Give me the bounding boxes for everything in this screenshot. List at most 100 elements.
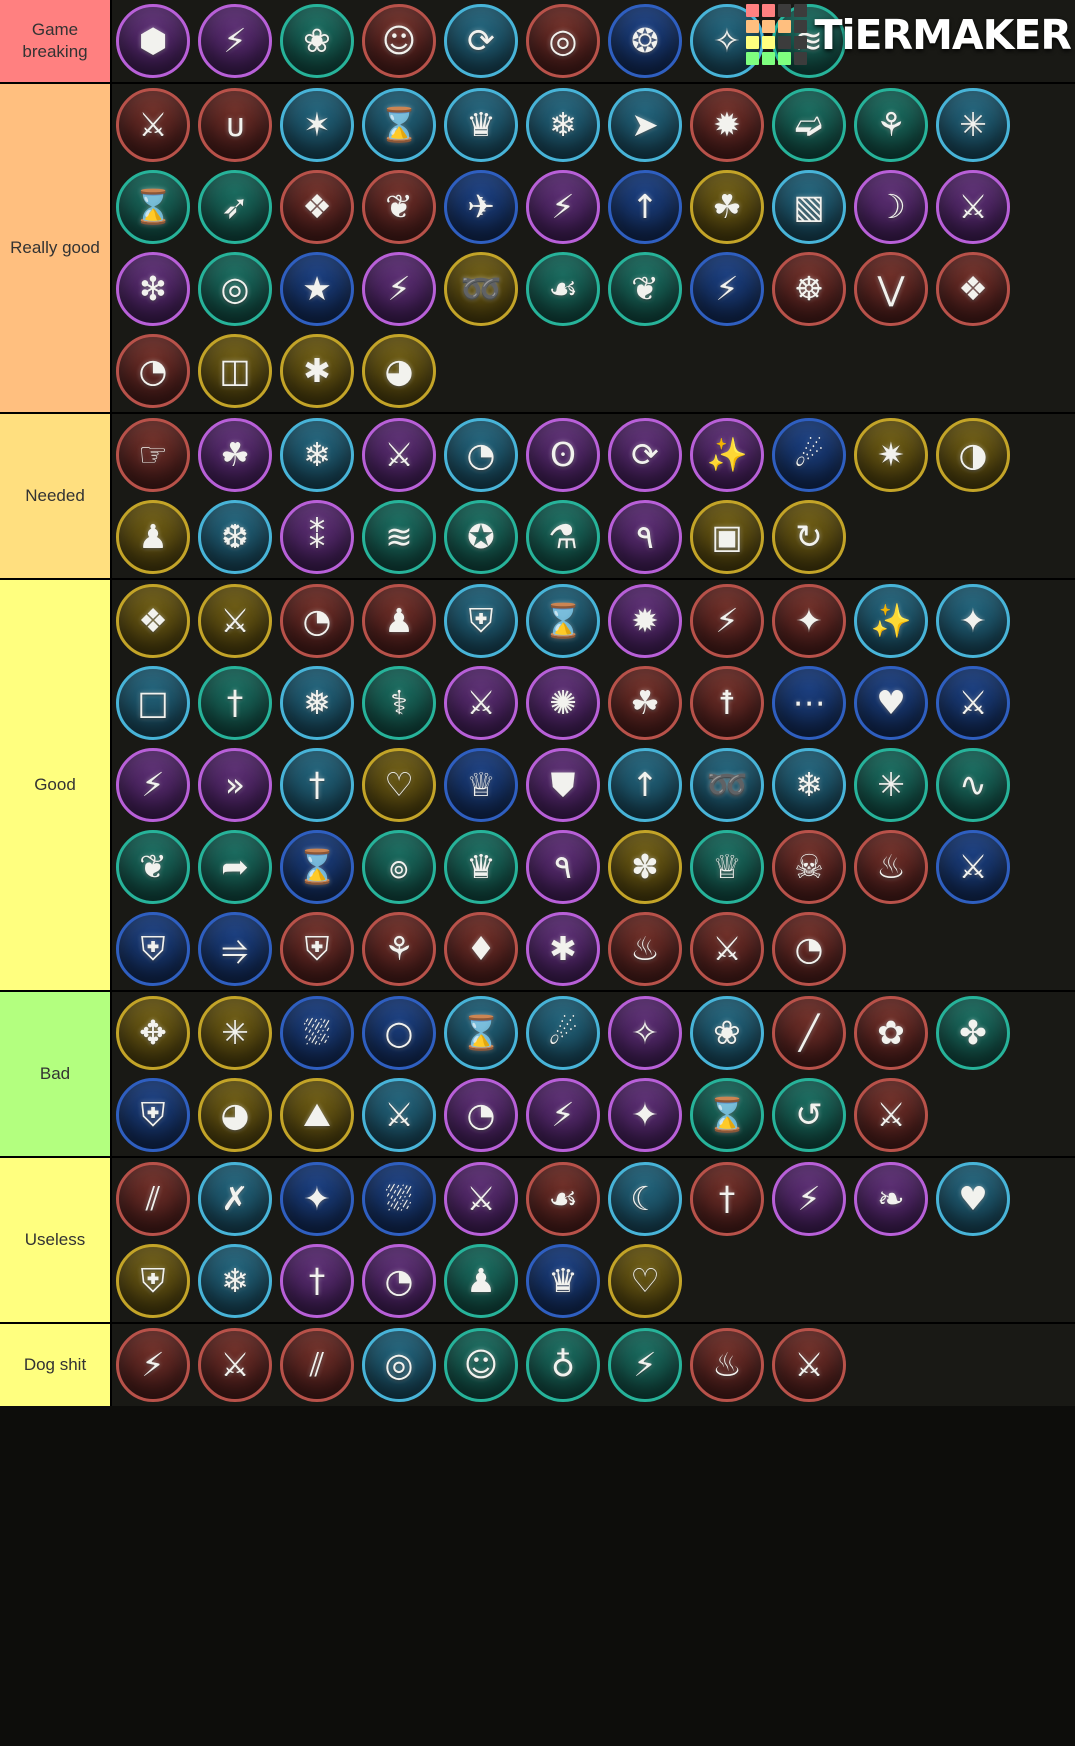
- tier-item-orb-clock[interactable]: ◔: [768, 908, 850, 990]
- tier-item-gem-orb[interactable]: ⬢: [112, 0, 194, 82]
- tier-item-flame-sword[interactable]: ⚔: [112, 84, 194, 166]
- tier-item-compass-flower[interactable]: ✥: [112, 992, 194, 1074]
- tier-item-sword-diagonal[interactable]: ⚔: [686, 908, 768, 990]
- tier-item-spider-dark[interactable]: ✱: [276, 330, 358, 412]
- tier-items-container[interactable]: ✥ ✳ ⛆ ○ ⌛ ☄ ✧ ❀ ╱ ✿ ✤ ⛨ ◕ ⛰ ⚔ ◔ ⚡ ✦ ⌛ ↺ ⚔: [112, 992, 1075, 1156]
- tier-item-heart-shield[interactable]: ♥: [850, 662, 932, 744]
- tier-item-heart-shield-blue[interactable]: ♥: [932, 1158, 1014, 1240]
- tier-items-container[interactable]: ⚡ ⚔ ⫽ ◎ ☺ ♁ ⚡ ♨ ⚔: [112, 1324, 1075, 1406]
- tier-item-sword-ring[interactable]: ☨: [686, 662, 768, 744]
- tier-item-bolt-small[interactable]: ⚡: [604, 1324, 686, 1406]
- tier-item-hand-chevron[interactable]: ☞: [112, 414, 194, 496]
- tier-item-star-arrow-loop[interactable]: ↺: [768, 1074, 850, 1156]
- tier-label-dog-shit[interactable]: Dog shit: [0, 1324, 112, 1406]
- tier-item-star-ring[interactable]: ✪: [440, 496, 522, 578]
- tier-item-winged-sword[interactable]: †: [686, 1158, 768, 1240]
- tier-item-eye-clock[interactable]: ◎: [522, 0, 604, 82]
- tier-item-orbit-sparkle[interactable]: ❀: [276, 0, 358, 82]
- tier-item-swirl-clock[interactable]: ◔: [440, 414, 522, 496]
- tier-item-sword-chevron-red[interactable]: ⚔: [768, 1324, 850, 1406]
- tier-item-boulder-burst[interactable]: ✹: [686, 84, 768, 166]
- tier-item-water-drops[interactable]: ⛆: [276, 992, 358, 1074]
- tier-items-container[interactable]: ❖ ⚔ ◔ ♟ ⛨ ⌛ ✹ ⚡ ✦ ✨ ✦ □ † ❅ ⚕ ⚔ ✺ ☘ ☨ ⋯ ♥ ⚔ ⚡ » † ♡ ♕ ⛊ ↑ ➿ ❄ ✳ ∿ ❦ ➦ ⌛ ๏ ♛ ٩ ✽…: [112, 580, 1075, 990]
- tier-item-ice-spikes[interactable]: ❇: [112, 248, 194, 330]
- tier-item-hourglass-teal[interactable]: ⌛: [686, 1074, 768, 1156]
- tier-item-spiral-galaxy[interactable]: ๏: [358, 826, 440, 908]
- tier-item-crest-shield[interactable]: ✤: [932, 992, 1014, 1074]
- tier-item-burst-ring[interactable]: ✹: [604, 580, 686, 662]
- tier-item-bolt-sparkle[interactable]: ⚡: [112, 744, 194, 826]
- tier-item-star-arrows[interactable]: ✳: [850, 744, 932, 826]
- tier-item-flame-sword-red[interactable]: ⚔: [194, 1324, 276, 1406]
- tier-item-lightning-claw[interactable]: ⚡: [112, 1324, 194, 1406]
- tier-item-snail-shell[interactable]: ❦: [112, 826, 194, 908]
- tier-label-bad[interactable]: Bad: [0, 992, 112, 1156]
- tier-item-double-chevron-shield[interactable]: »: [194, 744, 276, 826]
- tier-item-claw-slash[interactable]: ╱: [768, 992, 850, 1074]
- tier-item-horned-eye[interactable]: ʘ: [522, 414, 604, 496]
- tier-item-wing-bolt[interactable]: ✧: [604, 992, 686, 1074]
- tier-item-hourglass-blue[interactable]: ⌛: [522, 580, 604, 662]
- tier-item-shield-orb[interactable]: ⛨: [440, 580, 522, 662]
- tier-item-spiral-clock[interactable]: ◔: [112, 330, 194, 412]
- tier-item-gem-heart[interactable]: ♦: [440, 908, 522, 990]
- tier-item-flame-sparkle[interactable]: ✺: [522, 662, 604, 744]
- tier-item-rpg-letters[interactable]: ✱: [522, 908, 604, 990]
- tier-item-crown-eye[interactable]: ♛: [522, 1240, 604, 1322]
- tier-item-bunny-face[interactable]: ◔: [276, 580, 358, 662]
- tier-item-scroll-door[interactable]: ▧: [768, 166, 850, 248]
- tier-item-swoosh-gold[interactable]: ➿: [440, 248, 522, 330]
- tier-item-cluster-orb[interactable]: ⁑: [276, 496, 358, 578]
- tier-item-target-clock[interactable]: ◎: [358, 1324, 440, 1406]
- tier-item-crescent-sparkle[interactable]: ☽: [850, 166, 932, 248]
- tier-item-cart-clock[interactable]: ◕: [194, 1074, 276, 1156]
- tier-item-flame-claw[interactable]: ✨: [686, 414, 768, 496]
- tier-item-crossed-blades[interactable]: ⚔: [850, 1074, 932, 1156]
- tier-item-wing-flare[interactable]: ❧: [850, 1158, 932, 1240]
- tier-item-nine-slash[interactable]: ٩: [522, 826, 604, 908]
- tier-items-container[interactable]: ☞ ☘ ❄ ⚔ ◔ ʘ ⟳ ✨ ☄ ✷ ◑ ♟ ❆ ⁑ ≋ ✪ ⚗ ٩ ▣ ↻: [112, 414, 1075, 578]
- tier-item-crescent-swoosh[interactable]: ☾: [604, 1158, 686, 1240]
- tier-label-needed[interactable]: Needed: [0, 414, 112, 578]
- tier-item-cauldron[interactable]: ⚗: [522, 496, 604, 578]
- tier-item-sparkle-cycle[interactable]: ✦: [932, 580, 1014, 662]
- tier-item-sword-bolt[interactable]: ⚔: [440, 1158, 522, 1240]
- tier-item-planet-ring[interactable]: ♁: [522, 1324, 604, 1406]
- tier-item-horned-crest[interactable]: ☸: [768, 248, 850, 330]
- tier-item-spear-up[interactable]: ↑: [604, 744, 686, 826]
- tier-item-ghost[interactable]: ☺: [358, 0, 440, 82]
- tier-item-sword-impact[interactable]: ⚔: [194, 580, 276, 662]
- tier-item-crosshair-star[interactable]: ✧: [686, 0, 768, 82]
- tier-label-good[interactable]: Good: [0, 580, 112, 990]
- tier-item-shield-gold[interactable]: ⛨: [112, 1240, 194, 1322]
- tier-item-double-card[interactable]: ◫: [194, 330, 276, 412]
- tier-item-lightning-pair[interactable]: ⚡: [522, 1074, 604, 1156]
- tier-item-explosion-clock[interactable]: ◑: [932, 414, 1014, 496]
- tier-item-wand-sparkle[interactable]: ✨: [850, 580, 932, 662]
- tier-item-figure-halo[interactable]: ☺: [440, 1324, 522, 1406]
- tier-item-wing-crest[interactable]: ⚘: [850, 84, 932, 166]
- tier-item-four-point-star[interactable]: ✦: [768, 580, 850, 662]
- tier-item-claw-strike[interactable]: ⫽: [112, 1158, 194, 1240]
- tier-item-bow-cross[interactable]: ✗: [194, 1158, 276, 1240]
- tier-item-crown-wing[interactable]: ♛: [440, 826, 522, 908]
- tier-items-container[interactable]: ⫽ ✗ ✦ ⛆ ⚔ ☙ ☾ † ⚡ ❧ ♥ ⛨ ❄ † ◔ ♟ ♛ ♡: [112, 1158, 1075, 1322]
- tier-item-star-swirl[interactable]: ✦: [276, 1158, 358, 1240]
- tier-item-feather-dash[interactable]: ➿: [686, 744, 768, 826]
- tier-items-container[interactable]: ⬢ ⚡ ❀ ☺ ⟳ ◎ ❂ ✧ ≋: [112, 0, 1075, 82]
- tier-item-lotus-flower[interactable]: ❀: [686, 992, 768, 1074]
- tier-item-flame-horn[interactable]: ♨: [850, 826, 932, 908]
- tier-item-heart-ring[interactable]: ♡: [358, 744, 440, 826]
- tier-item-clover-leaf[interactable]: ☘: [604, 662, 686, 744]
- tier-item-mountain-burst[interactable]: ⛰: [276, 1074, 358, 1156]
- tier-item-swirl-vortex[interactable]: ⟳: [440, 0, 522, 82]
- tier-item-burst-gold-dark[interactable]: ✽: [604, 826, 686, 908]
- tier-item-bolt-circle[interactable]: ⚡: [686, 580, 768, 662]
- tier-item-comet-arrow[interactable]: ➤: [604, 84, 686, 166]
- tier-item-triple-swords[interactable]: ᴜ: [194, 84, 276, 166]
- tier-item-figure-wings[interactable]: ✳: [194, 992, 276, 1074]
- tier-item-bow-sparkle[interactable]: ➶: [194, 166, 276, 248]
- tier-item-plant-shield[interactable]: ❦: [604, 248, 686, 330]
- tier-item-rabbit-doll[interactable]: ♟: [358, 580, 440, 662]
- tier-item-cross-sword[interactable]: †: [276, 1240, 358, 1322]
